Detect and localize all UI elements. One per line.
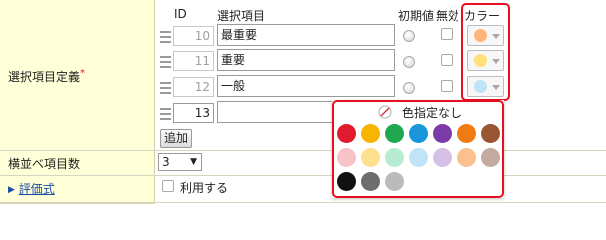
drag-handle-icon[interactable] bbox=[160, 31, 171, 43]
no-color-icon bbox=[378, 105, 392, 119]
drag-handle-icon[interactable] bbox=[160, 56, 171, 68]
initial-value-radio[interactable] bbox=[403, 82, 415, 94]
color-column-highlight bbox=[461, 3, 510, 101]
invalid-checkbox[interactable] bbox=[441, 80, 453, 92]
formula-link[interactable]: 評価式 bbox=[19, 182, 55, 196]
item-name-input[interactable]: 最重要 bbox=[217, 24, 395, 46]
no-color-option[interactable]: 色指定なし bbox=[378, 104, 478, 120]
color-swatch[interactable] bbox=[385, 172, 404, 191]
use-formula-checkbox[interactable] bbox=[162, 180, 174, 192]
sort-count-value: 3 bbox=[162, 155, 170, 169]
color-palette-popup: 色指定なし bbox=[332, 100, 504, 198]
color-swatch[interactable] bbox=[433, 124, 452, 143]
invalid-checkbox[interactable] bbox=[441, 28, 453, 40]
sort-count-select[interactable]: 3 ▼ bbox=[158, 153, 202, 171]
formula-row-label: ▶ 評価式 bbox=[8, 180, 55, 197]
drag-handle-icon[interactable] bbox=[160, 108, 171, 120]
item-name-input[interactable] bbox=[217, 101, 335, 123]
row-divider bbox=[0, 150, 606, 151]
caret-down-icon: ▼ bbox=[190, 157, 197, 167]
column-header-id: ID bbox=[174, 7, 187, 21]
initial-value-radio[interactable] bbox=[403, 30, 415, 42]
invalid-checkbox[interactable] bbox=[441, 54, 453, 66]
color-swatch[interactable] bbox=[361, 124, 380, 143]
item-name-input[interactable]: 重要 bbox=[217, 49, 395, 71]
color-swatch[interactable] bbox=[409, 124, 428, 143]
item-id-field[interactable]: 10 bbox=[173, 26, 214, 46]
color-swatch[interactable] bbox=[385, 148, 404, 167]
column-header-initial: 初期値 bbox=[398, 9, 435, 23]
color-swatch[interactable] bbox=[337, 148, 356, 167]
color-swatch[interactable] bbox=[385, 124, 404, 143]
color-swatch[interactable] bbox=[337, 124, 356, 143]
definition-label: 選択項目定義* bbox=[8, 68, 86, 84]
initial-value-radio[interactable] bbox=[403, 56, 415, 68]
use-formula-label: 利用する bbox=[180, 181, 229, 195]
item-id-field[interactable]: 11 bbox=[173, 51, 214, 71]
expand-triangle-icon[interactable]: ▶ bbox=[8, 185, 15, 195]
column-header-invalid: 無効 bbox=[436, 9, 458, 23]
color-swatch[interactable] bbox=[361, 148, 380, 167]
item-id-field[interactable]: 12 bbox=[173, 77, 214, 97]
item-id-field[interactable]: 13 bbox=[173, 103, 214, 123]
item-name-input[interactable]: 一般 bbox=[217, 75, 395, 97]
color-swatch[interactable] bbox=[433, 148, 452, 167]
color-swatch[interactable] bbox=[361, 172, 380, 191]
row-divider bbox=[0, 202, 606, 203]
color-swatch[interactable] bbox=[409, 148, 428, 167]
color-swatch[interactable] bbox=[337, 172, 356, 191]
add-item-button[interactable]: 追加 bbox=[160, 129, 192, 148]
color-swatch[interactable] bbox=[457, 148, 476, 167]
no-color-label: 色指定なし bbox=[402, 106, 463, 120]
sort-count-label: 横並べ項目数 bbox=[8, 157, 81, 171]
color-swatch[interactable] bbox=[457, 124, 476, 143]
row-divider bbox=[0, 175, 606, 176]
column-header-name: 選択項目 bbox=[217, 9, 266, 23]
color-swatch[interactable] bbox=[481, 124, 500, 143]
drag-handle-icon[interactable] bbox=[160, 82, 171, 94]
color-swatch[interactable] bbox=[481, 148, 500, 167]
